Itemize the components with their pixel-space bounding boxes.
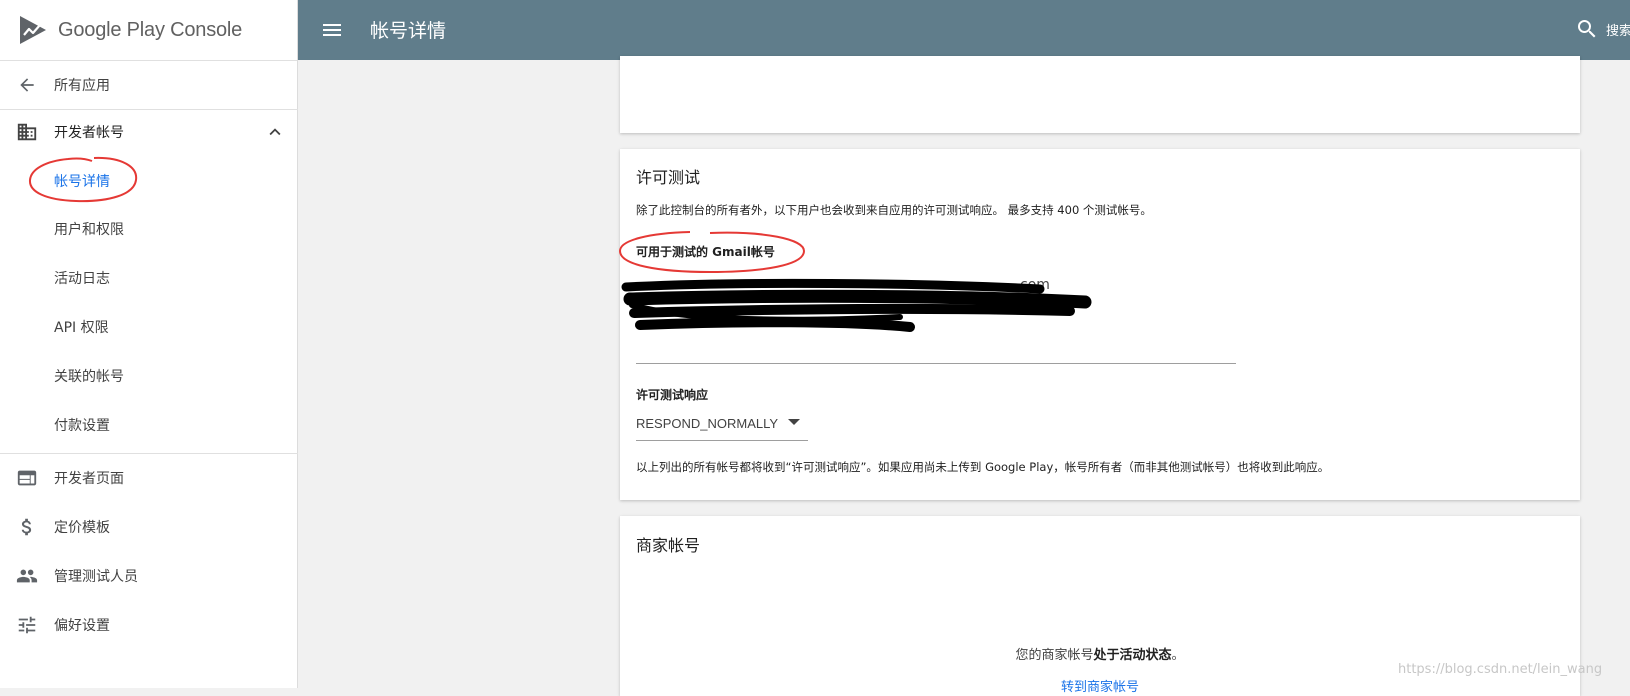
sidebar-item-label: 开发者页面 [54, 471, 124, 487]
sidebar-item-label: 管理测试人员 [54, 569, 138, 585]
merchant-status: 您的商家帐号处于活动状态。 [620, 644, 1580, 663]
developer-account-label: 开发者帐号 [54, 125, 124, 141]
sidebar-item-label: API 权限 [54, 320, 109, 336]
license-response-select[interactable]: RESPOND_NORMALLY [636, 406, 808, 441]
logo-row[interactable]: Google Play Console [0, 0, 297, 61]
sidebar-item-activity-log[interactable]: 活动日志 [0, 254, 298, 302]
chevron-up-icon[interactable] [264, 121, 286, 143]
license-response-value: RESPOND_NORMALLY [636, 415, 779, 431]
search-label[interactable]: 搜索 [1606, 20, 1630, 39]
merchant-status-suffix: 。 [1171, 648, 1185, 663]
license-testing-card: 许可测试 除了此控制台的所有者外，以下用户也会收到来自应用的许可测试响应。 最多… [618, 149, 1580, 500]
license-response-label: 许可测试响应 [636, 388, 709, 402]
sidebar-item-label: 付款设置 [54, 418, 110, 434]
tune-sliders-icon [14, 612, 40, 638]
sidebar-item-linked-accounts[interactable]: 关联的帐号 [0, 352, 298, 400]
sidebar-item-account-details[interactable]: 帐号详情 [0, 157, 298, 205]
developer-account-group[interactable]: 开发者帐号 [0, 108, 298, 156]
back-to-all-apps[interactable]: 所有应用 [0, 61, 298, 109]
play-console-logo-icon [20, 16, 46, 44]
watermark: https://blog.csdn.net/lein_wang [1398, 662, 1603, 677]
gmail-accounts-label: 可用于测试的 Gmail帐号 [636, 245, 775, 259]
sidebar-item-label: 帐号详情 [54, 174, 110, 190]
sidebar-item-users-permissions[interactable]: 用户和权限 [0, 205, 298, 253]
email-list-underline [636, 363, 1236, 364]
license-description: 除了此控制台的所有者外，以下用户也会收到来自应用的许可测试响应。 最多支持 40… [636, 203, 1152, 217]
search-icon[interactable] [1575, 17, 1599, 41]
sidebar-item-preferences[interactable]: 偏好设置 [0, 601, 298, 649]
page-title: 帐号详情 [370, 20, 447, 42]
sidebar-item-label: 关联的帐号 [54, 369, 124, 385]
sidebar-item-label: 活动日志 [54, 271, 110, 287]
merchant-status-prefix: 您的商家帐号 [1015, 648, 1094, 663]
building-icon [14, 119, 40, 145]
dollar-icon [14, 514, 40, 540]
sidebar-item-api-access[interactable]: API 权限 [0, 303, 298, 351]
back-label: 所有应用 [54, 78, 110, 94]
sidebar-item-pricing-templates[interactable]: 定价模板 [0, 503, 298, 551]
web-page-icon [14, 465, 40, 491]
sidebar-item-manage-testers[interactable]: 管理测试人员 [0, 552, 298, 600]
people-icon [14, 563, 40, 589]
arrow-back-icon [14, 72, 40, 98]
menu-icon[interactable] [320, 18, 344, 42]
sidebar: Google Play Console 所有应用 开发者帐号 帐号详情 用户和权… [0, 0, 298, 688]
license-response-footnote: 以上列出的所有帐号都将收到“许可测试响应”。如果应用尚未上传到 Google P… [636, 460, 1330, 474]
sidebar-item-developer-page[interactable]: 开发者页面 [0, 454, 298, 502]
go-to-merchant-account-link[interactable]: 转到商家帐号 [620, 676, 1580, 695]
dropdown-arrow-icon [788, 419, 800, 425]
previous-card [620, 56, 1580, 133]
top-app-bar: 帐号详情 搜索 [298, 0, 1630, 60]
card-title: 许可测试 [636, 168, 701, 187]
merchant-status-bold: 处于活动状态 [1093, 648, 1172, 663]
logo-text: Google Play Console [58, 18, 243, 41]
email-fragment: com [1020, 277, 1050, 293]
sidebar-item-label: 用户和权限 [54, 222, 124, 238]
sidebar-item-payment-settings[interactable]: 付款设置 [0, 401, 298, 449]
sidebar-item-label: 定价模板 [54, 520, 110, 536]
card-title: 商家帐号 [636, 536, 701, 555]
sidebar-item-label: 偏好设置 [54, 618, 110, 634]
